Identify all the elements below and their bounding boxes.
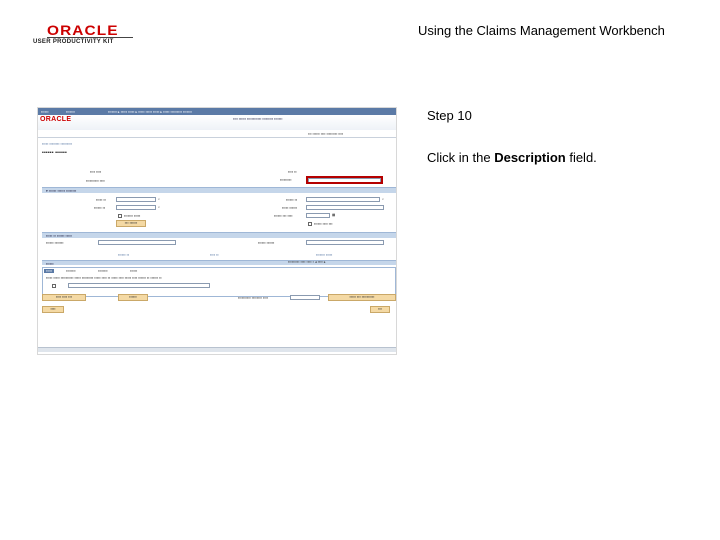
step-instruction: Click in the Description field. — [427, 150, 597, 165]
screenshot-horizontal-scrollbar — [38, 347, 396, 352]
screenshot-oracle-logo: ORACLE — [40, 116, 72, 123]
oracle-upk-logo: ORACLE USER PRODUCTIVITY KIT — [33, 20, 133, 50]
screenshot-lookup-icon: ⌕ — [382, 197, 385, 201]
application-screenshot: ▪▪▪▪▪▪ ▪▪▪▪▪▪▪ ▪▪▪▪▪▪▪ ▸ ▪▪▪▪▪ ▪▪▪▪▪ ▸ ▪… — [37, 107, 397, 355]
screenshot-grid-nav: ▪▪▪▪▪▪▪▪▪ ▪▪▪▪ ▪▪▪▪ ▪ ◂ ▪▪▪▪ ▸ — [288, 260, 326, 264]
screenshot-button: ▪▪▪▪▪▪ — [118, 294, 148, 301]
screenshot-button: ▪▪▪ — [370, 306, 390, 313]
logo-oracle-text: ORACLE — [47, 22, 119, 38]
instruction-field-name: Description — [494, 150, 566, 165]
screenshot-lookup-icon: ⌕ — [158, 197, 161, 201]
screenshot-checkbox — [118, 214, 122, 218]
screenshot-field-label: ▪▪▪▪▪ ▪▪▪▪▪▪ — [282, 206, 298, 210]
instruction-text-before: Click in the — [427, 150, 495, 165]
screenshot-button: ▪▪▪ ▪▪▪▪▪▪ — [116, 220, 146, 227]
screenshot-field-label: ▪▪▪▪ ▪▪▪▪ — [90, 170, 102, 174]
screenshot-field-label: ▪▪▪▪▪▪ ▪▪▪▪▪▪ — [258, 241, 275, 245]
screenshot-grid-header: ▪▪▪▪▪▪ — [42, 260, 396, 266]
screenshot-nav-bar: ▪▪▪▪▪▪ ▪▪▪▪▪▪▪ ▪▪▪▪▪▪▪ ▸ ▪▪▪▪▪ ▪▪▪▪▪ ▸ ▪… — [38, 108, 396, 115]
instruction-text-after: field. — [565, 150, 597, 165]
screenshot-dropdown — [306, 205, 384, 210]
screenshot-breadcrumb: ▪▪▪▪▪ ▪▪▪▪▪▪▪▪ ▪▪▪▪▪▪▪▪▪ — [42, 142, 73, 146]
screenshot-grid-columns: ▪▪▪▪▪ ▪▪▪▪▪ ▪▪▪▪▪▪▪▪▪▪ ▪▪▪▪▪ ▪▪▪▪▪▪▪▪▪ ▪… — [46, 276, 162, 280]
screenshot-row-dropdown — [68, 283, 210, 288]
screenshot-checkbox — [308, 222, 312, 226]
screenshot-calendar-icon: ▦ — [332, 213, 336, 217]
screenshot-lookup-icon: ⌕ — [158, 205, 161, 209]
screenshot-dropdown — [98, 240, 176, 245]
screenshot-grid-tab: ▪▪▪▪▪▪▪▪ — [66, 269, 76, 273]
screenshot-brand-bar — [38, 115, 396, 130]
screenshot-link: ▪▪▪▪ ▪▪ — [210, 253, 219, 257]
screenshot-input — [116, 205, 156, 210]
screenshot-field-label: ▪▪▪▪▪▪ ▪▪▪ ▪▪▪▪ — [274, 214, 293, 218]
screenshot-field-label: ▪▪▪▪▪▪ ▪▪ — [94, 206, 106, 210]
screenshot-section-header: ▪▪▪▪▪ ▪▪ ▪▪▪▪▪▪ ▪▪▪▪▪ — [42, 232, 396, 238]
screenshot-button: ▪▪▪▪▪ ▪▪▪ ▪▪▪▪▪▪▪▪▪▪ — [328, 294, 396, 301]
screenshot-grid-tab: ▪▪▪▪▪▪▪▪ — [98, 269, 108, 273]
screenshot-page-title: ▪▪▪▪▪▪ ▪▪▪▪▪▪ — [42, 150, 67, 156]
screenshot-section-header: ▾ ▪▪▪▪▪▪ ▪▪▪▪▪▪ ▪▪▪▪▪▪▪▪ — [42, 187, 396, 193]
logo-divider — [47, 37, 133, 38]
screenshot-input — [306, 197, 380, 202]
screenshot-claims-grid — [42, 267, 396, 297]
screenshot-grid-tab: ▪▪▪▪▪ — [44, 269, 55, 273]
screenshot-checkbox-label: ▪▪▪▪▪▪▪ ▪▪▪▪▪ — [124, 214, 141, 218]
screenshot-field-label: ▪▪▪▪▪▪ ▪▪ — [286, 198, 298, 202]
screenshot-button: ▪▪▪▪ — [42, 306, 64, 313]
screenshot-date-input — [306, 213, 330, 218]
screenshot-field-label: ▪▪▪▪ ▪▪ — [288, 170, 297, 174]
screenshot-date-input — [290, 295, 320, 300]
screenshot-link: ▪▪▪▪▪▪ ▪▪ — [118, 253, 130, 257]
screenshot-field-label: ▪▪▪▪▪ ▪▪ — [96, 198, 106, 202]
screenshot-link: ▪▪▪▪▪▪▪ ▪▪▪▪▪ — [316, 253, 333, 257]
screenshot-checkbox-label: ▪▪▪▪▪▪ ▪▪▪▪ ▪▪▪ — [314, 222, 333, 226]
screenshot-field-label: ▪▪▪▪▪▪ ▪▪▪▪▪▪▪ — [46, 241, 64, 245]
logo-subtext: USER PRODUCTIVITY KIT — [33, 39, 114, 45]
screenshot-top-links: ▪▪▪▪ ▪▪▪▪▪▪ ▪▪▪▪▪▪▪▪▪▪▪▪ ▪▪▪▪▪▪▪▪▪ ▪▪▪▪▪… — [233, 117, 283, 121]
document-title: Using the Claims Management Workbench — [418, 23, 665, 38]
screenshot-sub-bar: ▪▪▪ ▪▪▪▪▪▪ ▪▪▪▪ ▪▪▪▪▪▪▪▪▪ ▪▪▪▪ — [38, 130, 396, 138]
screenshot-input — [116, 197, 156, 202]
screenshot-field-label: ▪▪▪▪▪▪▪▪▪▪ ▪▪▪▪▪▪▪▪ ▪▪▪▪ — [238, 296, 269, 300]
step-label: Step 10 — [427, 108, 472, 123]
screenshot-row-checkbox — [52, 284, 56, 288]
screenshot-description-label: ▪▪▪▪▪▪▪▪▪ — [280, 178, 292, 182]
screenshot-field-label: ▪▪▪▪▪▪▪▪▪▪ ▪▪▪▪ — [86, 179, 105, 183]
screenshot-grid-tab: ▪▪▪▪▪▪ — [130, 269, 138, 273]
screenshot-dropdown — [306, 240, 384, 245]
screenshot-button: ▪▪▪▪ ▪▪▪▪ ▪▪▪ — [42, 294, 86, 301]
description-field-highlight[interactable] — [306, 176, 383, 184]
